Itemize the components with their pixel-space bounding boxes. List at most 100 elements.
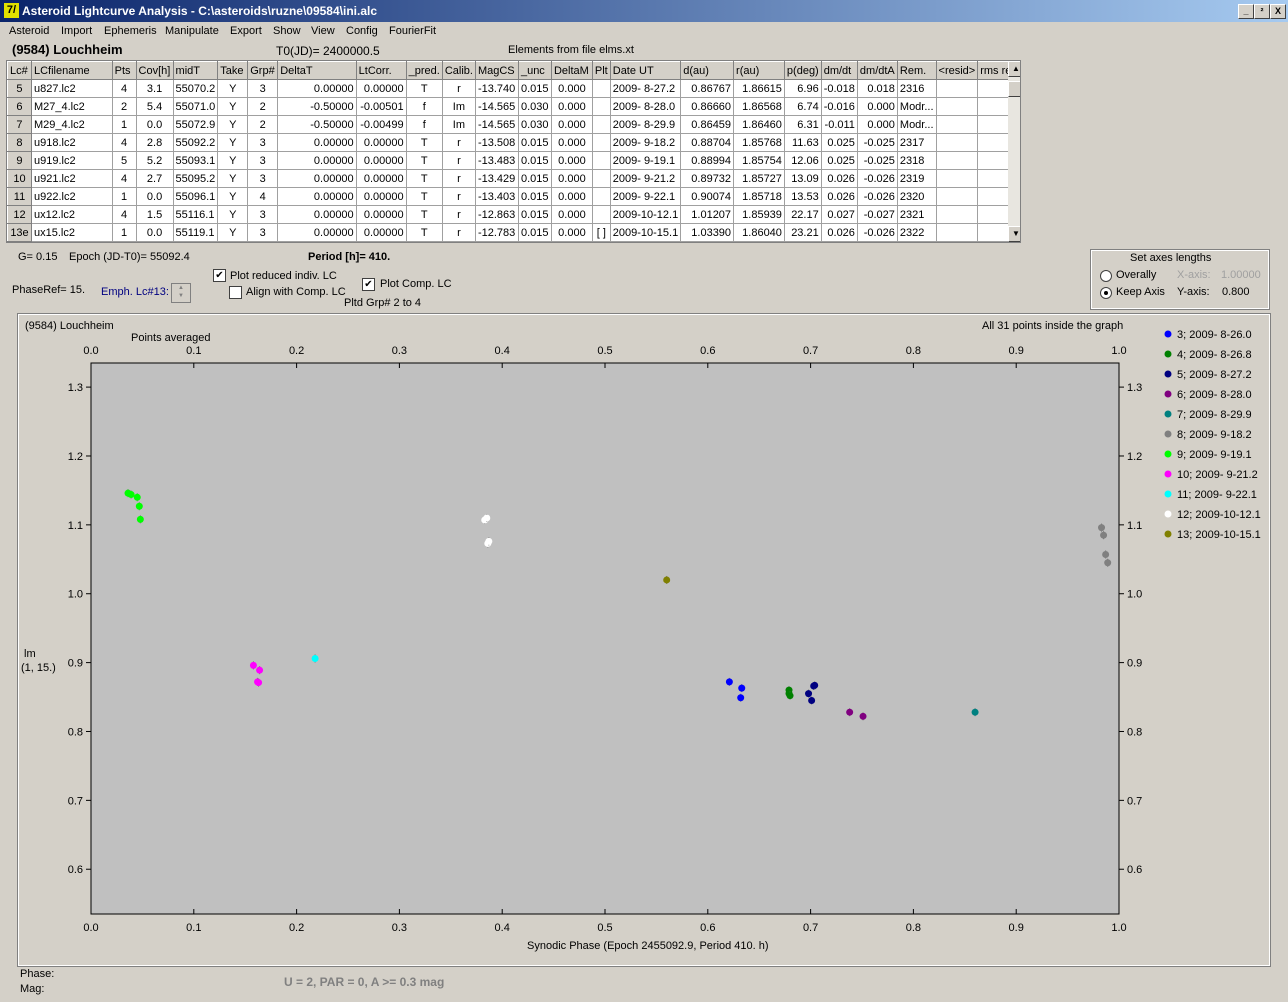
column-header[interactable]: Rem. bbox=[896, 61, 937, 80]
table-cell[interactable]: 1.03390 bbox=[680, 223, 735, 242]
table-cell[interactable]: Im bbox=[441, 97, 476, 116]
table-cell[interactable]: -0.026 bbox=[856, 169, 898, 188]
table-cell[interactable] bbox=[935, 151, 979, 170]
table-cell[interactable]: 0.025 bbox=[820, 151, 858, 170]
table-cell[interactable]: u918.lc2 bbox=[30, 133, 113, 152]
close-button[interactable]: X bbox=[1270, 4, 1286, 19]
table-cell[interactable]: u919.lc2 bbox=[30, 151, 113, 170]
table-cell[interactable]: 0.030 bbox=[517, 97, 552, 116]
column-header[interactable]: LtCorr. bbox=[355, 61, 407, 80]
table-cell[interactable]: T bbox=[405, 133, 443, 152]
table-cell[interactable]: T bbox=[405, 205, 443, 224]
table-cell[interactable]: Y bbox=[217, 169, 249, 188]
table-cell[interactable]: 2 bbox=[247, 97, 279, 116]
table-cell[interactable]: 6.74 bbox=[783, 97, 822, 116]
table-cell[interactable]: 0.00000 bbox=[355, 205, 407, 224]
table-cell[interactable]: 55072.9 bbox=[172, 115, 219, 134]
table-cell[interactable]: 0.00000 bbox=[277, 187, 357, 206]
table-cell[interactable]: [ ] bbox=[591, 223, 611, 242]
table-cell[interactable] bbox=[591, 187, 611, 206]
table-cell[interactable]: 4 bbox=[111, 169, 137, 188]
table-cell[interactable]: 55095.2 bbox=[172, 169, 219, 188]
table-cell[interactable]: r bbox=[441, 169, 476, 188]
column-header[interactable]: Pts bbox=[111, 61, 137, 80]
table-cell[interactable]: 1.85768 bbox=[733, 133, 785, 152]
table-cell[interactable]: 0.00000 bbox=[277, 169, 357, 188]
table-cell[interactable]: r bbox=[441, 79, 476, 98]
table-cell[interactable]: 4 bbox=[111, 133, 137, 152]
table-cell[interactable]: T bbox=[405, 187, 443, 206]
table-cell[interactable]: 2009- 9-19.1 bbox=[609, 151, 682, 170]
table-cell[interactable]: 0.00000 bbox=[355, 133, 407, 152]
table-cell[interactable]: Y bbox=[217, 79, 249, 98]
table-cell[interactable] bbox=[935, 97, 979, 116]
row-header[interactable]: 11 bbox=[7, 187, 32, 206]
align-comp-checkbox[interactable] bbox=[229, 286, 242, 299]
table-cell[interactable]: 0.0 bbox=[135, 115, 174, 134]
table-cell[interactable]: 2322 bbox=[896, 223, 937, 242]
table-cell[interactable]: 0.015 bbox=[517, 205, 552, 224]
table-cell[interactable]: 0.88704 bbox=[680, 133, 735, 152]
table-cell[interactable]: 2009- 9-18.2 bbox=[609, 133, 682, 152]
table-cell[interactable]: 1.86615 bbox=[733, 79, 785, 98]
table-cell[interactable]: 3 bbox=[247, 205, 279, 224]
table-cell[interactable]: 2316 bbox=[896, 79, 937, 98]
table-cell[interactable]: 0.000 bbox=[856, 115, 898, 134]
column-header[interactable]: _pred. bbox=[405, 61, 443, 80]
table-cell[interactable]: 2009- 8-27.2 bbox=[609, 79, 682, 98]
table-cell[interactable]: Y bbox=[217, 205, 249, 224]
keep-axis-radio[interactable] bbox=[1100, 287, 1112, 299]
table-cell[interactable]: 0.0 bbox=[135, 187, 174, 206]
table-cell[interactable]: 13.53 bbox=[783, 187, 822, 206]
table-cell[interactable]: 5 bbox=[111, 151, 137, 170]
table-cell[interactable]: 0.025 bbox=[820, 133, 858, 152]
table-cell[interactable]: M29_4.lc2 bbox=[30, 115, 113, 134]
table-cell[interactable]: -0.018 bbox=[820, 79, 858, 98]
column-header[interactable]: LCfilename bbox=[30, 61, 113, 80]
table-row[interactable]: 13e ux15.lc2 1 0.0 55119.1 Y 3 0.00000 0.00000 Tr… bbox=[7, 223, 1020, 242]
table-cell[interactable] bbox=[935, 205, 979, 224]
table-cell[interactable]: 13.09 bbox=[783, 169, 822, 188]
table-cell[interactable]: M27_4.lc2 bbox=[30, 97, 113, 116]
table-row[interactable]: 8 u918.lc2 4 2.8 55092.2 Y 3 0.00000 0.00000 Tr -1… bbox=[7, 133, 1020, 152]
menu-manipulate[interactable]: Manipulate bbox=[165, 25, 219, 37]
table-cell[interactable]: 2320 bbox=[896, 187, 937, 206]
lightcurve-graph-panel[interactable]: (9584) Louchheim Points averaged All 31 … bbox=[17, 313, 1271, 967]
table-cell[interactable]: f bbox=[405, 97, 443, 116]
table-cell[interactable]: -0.025 bbox=[856, 151, 898, 170]
table-cell[interactable]: 0.00000 bbox=[355, 151, 407, 170]
table-cell[interactable] bbox=[935, 133, 979, 152]
table-cell[interactable]: 2 bbox=[247, 115, 279, 134]
table-cell[interactable] bbox=[591, 115, 611, 134]
table-cell[interactable]: 55096.1 bbox=[172, 187, 219, 206]
table-cell[interactable]: Y bbox=[217, 115, 249, 134]
table-cell[interactable]: 0.00000 bbox=[355, 187, 407, 206]
table-cell[interactable]: 1.86040 bbox=[733, 223, 785, 242]
table-cell[interactable]: Y bbox=[217, 97, 249, 116]
row-header[interactable]: 8 bbox=[7, 133, 32, 152]
table-cell[interactable]: 0.015 bbox=[517, 79, 552, 98]
table-cell[interactable]: 55070.2 bbox=[172, 79, 219, 98]
row-header[interactable]: 6 bbox=[7, 97, 32, 116]
table-cell[interactable]: 6.96 bbox=[783, 79, 822, 98]
table-cell[interactable]: u827.lc2 bbox=[30, 79, 113, 98]
column-header[interactable]: dm/dtA bbox=[856, 61, 898, 80]
table-cell[interactable]: 0.015 bbox=[517, 223, 552, 242]
table-cell[interactable]: -13.429 bbox=[474, 169, 519, 188]
table-cell[interactable] bbox=[591, 169, 611, 188]
table-cell[interactable]: -13.508 bbox=[474, 133, 519, 152]
table-cell[interactable]: 55092.2 bbox=[172, 133, 219, 152]
table-cell[interactable]: 2318 bbox=[896, 151, 937, 170]
table-cell[interactable]: 6.31 bbox=[783, 115, 822, 134]
restore-button[interactable]: ² bbox=[1254, 4, 1270, 19]
table-cell[interactable]: 0.000 bbox=[550, 205, 593, 224]
table-cell[interactable]: 2009- 9-22.1 bbox=[609, 187, 682, 206]
table-cell[interactable]: 4 bbox=[111, 205, 137, 224]
column-header[interactable]: d(au) bbox=[680, 61, 735, 80]
column-header[interactable]: MagCS bbox=[474, 61, 519, 80]
table-cell[interactable]: ux12.lc2 bbox=[30, 205, 113, 224]
table-cell[interactable] bbox=[935, 169, 979, 188]
table-row[interactable]: 5 u827.lc2 4 3.1 55070.2 Y 3 0.00000 0.00000 Tr -1… bbox=[7, 79, 1020, 98]
minimize-button[interactable]: _ bbox=[1238, 4, 1254, 19]
table-row[interactable]: 7 M29_4.lc2 1 0.0 55072.9 Y 2 -0.50000 -0.00499 f… bbox=[7, 115, 1020, 134]
